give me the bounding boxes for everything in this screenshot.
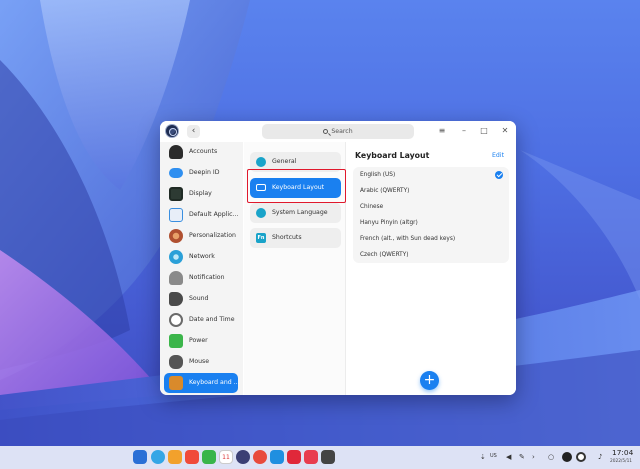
chrome-icon[interactable] bbox=[253, 450, 267, 464]
sidebar-item-keyboard[interactable]: Keyboard and ... bbox=[164, 373, 240, 393]
edit-button[interactable]: Edit bbox=[492, 152, 504, 159]
screen-record-icon[interactable] bbox=[562, 452, 572, 462]
sidebar-item-label: Default Applic... bbox=[189, 211, 239, 218]
section-label: Shortcuts bbox=[272, 234, 302, 241]
sidebar-item-power[interactable]: Power bbox=[164, 331, 238, 351]
add-layout-button[interactable]: + bbox=[420, 371, 439, 390]
minimize-button[interactable]: – bbox=[458, 125, 470, 137]
layout-list: English (US) Arabic (QWERTY) Chinese Han… bbox=[353, 167, 509, 263]
sidebar-item-mouse[interactable]: Mouse bbox=[164, 352, 238, 372]
sidebar-item-label: Date and Time bbox=[189, 316, 235, 323]
calendar-icon[interactable]: 11 bbox=[219, 450, 233, 464]
section-shortcuts[interactable]: Fn Shortcuts bbox=[250, 228, 341, 248]
sidebar-item-label: Sound bbox=[189, 295, 209, 302]
menu-button[interactable]: ≡ bbox=[436, 125, 448, 137]
layout-label: Arabic (QWERTY) bbox=[360, 188, 410, 194]
volume-icon[interactable]: ◀ bbox=[506, 452, 511, 462]
keyboard-tray-icon[interactable]: ⇣ bbox=[480, 452, 486, 462]
screenshot-icon[interactable] bbox=[304, 450, 318, 464]
clock-icon bbox=[169, 313, 183, 327]
sidebar-item-default-applications[interactable]: Default Applic... bbox=[164, 205, 238, 225]
sound-icon bbox=[169, 292, 183, 306]
sidebar-item-label: Notification bbox=[189, 274, 225, 281]
display-icon bbox=[169, 187, 183, 201]
layout-item[interactable]: Czech (QWERTY) bbox=[353, 247, 509, 263]
pen-icon[interactable]: ✎ bbox=[519, 452, 525, 462]
terminal-icon[interactable] bbox=[321, 450, 335, 464]
layout-label: English (US) bbox=[360, 172, 396, 178]
clock-time[interactable]: 17:04 bbox=[612, 448, 633, 457]
accounts-icon bbox=[169, 145, 183, 159]
sidebar-item-accounts[interactable]: Accounts bbox=[164, 142, 238, 162]
default-apps-icon bbox=[169, 208, 183, 222]
search-input[interactable]: Search bbox=[262, 124, 414, 139]
sidebar-item-label: Power bbox=[189, 337, 208, 344]
section-label: System Language bbox=[272, 209, 328, 216]
control-center-window: ‹ Search ≡ – □ ✕ Accounts Deepin ID Disp… bbox=[160, 121, 516, 395]
keyboard-layout-pane: Keyboard Layout Edit English (US) Arabic… bbox=[347, 142, 516, 395]
chevron-right-icon[interactable]: › bbox=[532, 452, 535, 462]
multitask-icon[interactable] bbox=[151, 450, 165, 464]
wps-icon[interactable] bbox=[287, 450, 301, 464]
control-center-logo-icon bbox=[165, 124, 179, 138]
sidebar-item-label: Display bbox=[189, 190, 212, 197]
music-icon[interactable] bbox=[202, 450, 216, 464]
sidebar-item-notification[interactable]: Notification bbox=[164, 268, 238, 288]
sidebar-item-label: Deepin ID bbox=[189, 169, 220, 176]
mouse-icon bbox=[169, 355, 183, 369]
sidebar: Accounts Deepin ID Display Default Appli… bbox=[160, 142, 243, 395]
layout-item[interactable]: Arabic (QWERTY) bbox=[353, 183, 509, 199]
layout-item[interactable]: French (alt., with Sun dead keys) bbox=[353, 231, 509, 247]
highlight-annotation bbox=[247, 169, 346, 203]
launcher-icon[interactable] bbox=[133, 450, 147, 464]
maximize-button[interactable]: □ bbox=[478, 125, 490, 137]
keyboard-layout-indicator[interactable]: US bbox=[490, 453, 497, 459]
dock: 11 ⇣ US ◀ ✎ › ○ ♪ 17:04 2022/5/11 bbox=[0, 446, 640, 469]
layout-item[interactable]: Chinese bbox=[353, 199, 509, 215]
vscode-icon[interactable] bbox=[270, 450, 284, 464]
app-store-icon[interactable] bbox=[185, 450, 199, 464]
search-placeholder: Search bbox=[331, 128, 353, 135]
layout-label: Czech (QWERTY) bbox=[360, 252, 409, 258]
shortcuts-icon: Fn bbox=[256, 233, 266, 243]
sidebar-item-date-time[interactable]: Date and Time bbox=[164, 310, 238, 330]
control-center-icon[interactable] bbox=[236, 450, 250, 464]
sidebar-item-label: Mouse bbox=[189, 358, 210, 365]
titlebar: ‹ Search ≡ – □ ✕ bbox=[160, 121, 516, 142]
file-manager-icon[interactable] bbox=[168, 450, 182, 464]
layout-item[interactable]: Hanyu Pinyin (altgr) bbox=[353, 215, 509, 231]
sidebar-item-label: Keyboard and ... bbox=[189, 379, 240, 386]
sidebar-item-sound[interactable]: Sound bbox=[164, 289, 238, 309]
search-icon bbox=[323, 128, 329, 134]
layout-label: French (alt., with Sun dead keys) bbox=[360, 236, 456, 242]
notification-icon bbox=[169, 271, 183, 285]
sidebar-item-label: Network bbox=[189, 253, 215, 260]
sidebar-item-label: Personalization bbox=[189, 232, 236, 239]
layout-label: Hanyu Pinyin (altgr) bbox=[360, 220, 418, 226]
personalization-icon bbox=[169, 229, 183, 243]
search-tray-icon[interactable]: ○ bbox=[548, 452, 554, 462]
gear-icon bbox=[256, 157, 266, 167]
clock-date[interactable]: 2022/5/11 bbox=[610, 459, 632, 464]
close-button[interactable]: ✕ bbox=[499, 125, 511, 137]
section-system-language[interactable]: System Language bbox=[250, 203, 341, 223]
layout-label: Chinese bbox=[360, 204, 384, 210]
power-tray-icon[interactable] bbox=[576, 452, 586, 462]
cloud-icon bbox=[169, 168, 183, 178]
sidebar-item-deepin-id[interactable]: Deepin ID bbox=[164, 163, 238, 183]
sidebar-item-personalization[interactable]: Personalization bbox=[164, 226, 238, 246]
sidebar-item-label: Accounts bbox=[189, 148, 218, 155]
sidebar-item-display[interactable]: Display bbox=[164, 184, 238, 204]
notification-tray-icon[interactable]: ♪ bbox=[598, 452, 602, 462]
layout-item[interactable]: English (US) bbox=[353, 167, 509, 183]
sidebar-item-network[interactable]: Network bbox=[164, 247, 238, 267]
keyboard-icon bbox=[169, 376, 183, 390]
network-icon bbox=[169, 250, 183, 264]
check-icon bbox=[495, 171, 503, 179]
back-button[interactable]: ‹ bbox=[187, 125, 200, 138]
chevron-left-icon: ‹ bbox=[191, 126, 196, 136]
page-title: Keyboard Layout bbox=[355, 151, 430, 160]
language-icon bbox=[256, 208, 266, 218]
power-icon bbox=[169, 334, 183, 348]
